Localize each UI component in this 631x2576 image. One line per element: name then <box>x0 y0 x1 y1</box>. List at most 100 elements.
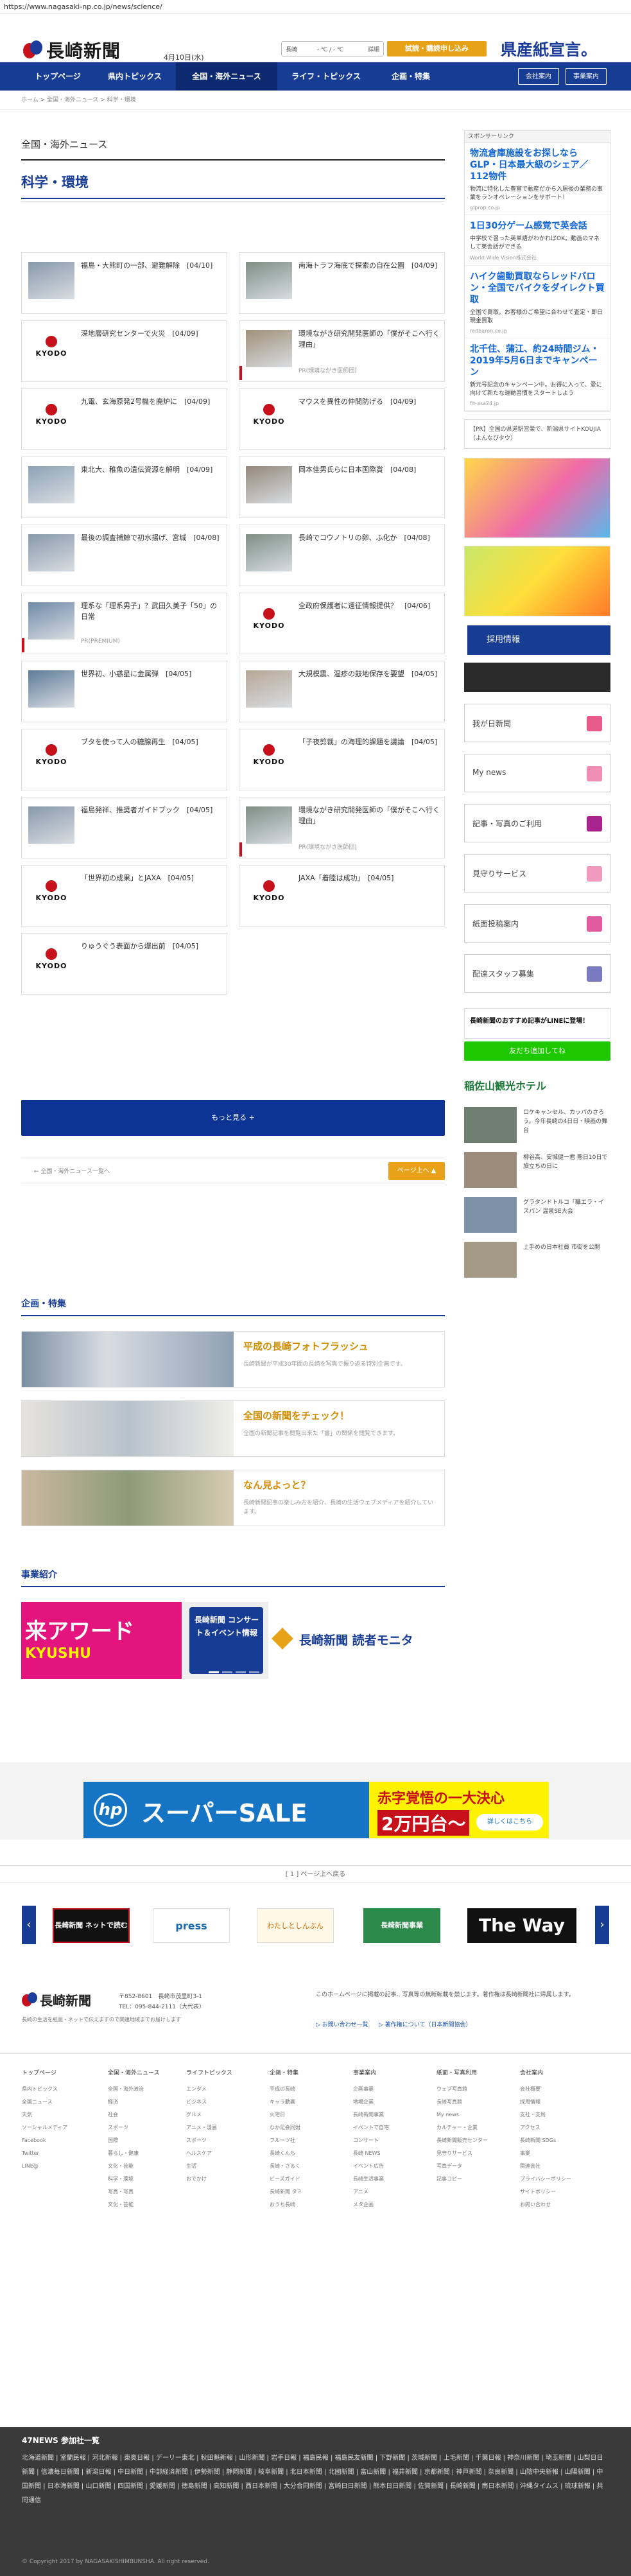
article-card[interactable]: 長崎でコウノトリの卵、ふ化か [04/08] <box>239 525 445 586</box>
topic-item[interactable]: ロケキャンセル、カッパのさろう。今年長崎の4日日・映画の舞台 <box>464 1107 610 1145</box>
sale-ad[interactable]: hp スーパーSALE 赤字覚悟の一大決心 2万円台〜 詳しくはこちら <box>83 1782 549 1838</box>
footer-logo[interactable]: 長崎新聞 <box>22 1990 91 2009</box>
article-title[interactable]: 世界初、小惑星に金属弾 [04/05] <box>81 668 222 679</box>
nav-features[interactable]: 企画・特集 <box>375 62 447 91</box>
footer-link[interactable]: プライバシーポリシー <box>520 2173 600 2186</box>
article-title[interactable]: 長崎でコウノトリの卵、ふ化か [04/08] <box>298 532 440 543</box>
sponsor-ad[interactable]: ハイク歯動買取ならレッドバロン・全国でバイクをダイレクト買取 全国で買取。お客様… <box>465 266 610 338</box>
footer-link[interactable]: ウェブ写真館 <box>437 2083 517 2096</box>
feature-card[interactable]: なん見よっと？ 長崎新聞記事の楽しみ方を紹介、長崎の生活ウェブメディアを紹介して… <box>21 1470 445 1526</box>
article-title[interactable]: 環境ながき研究開発医師の「僕がそこへ行く理由」 <box>298 805 440 826</box>
article-card[interactable]: 福島発祥、推奨者ガイドブック [04/05] <box>21 797 227 858</box>
footer-link[interactable]: 写真・写真 <box>108 2186 188 2198</box>
footer-link[interactable]: おうち長崎 <box>270 2198 350 2211</box>
footer-link[interactable]: LINE@ <box>22 2160 102 2173</box>
line-add-friend-button[interactable]: 友だち追加してね <box>464 1041 610 1061</box>
article-title[interactable]: 全政府保護者に遠征情報提供？ [04/06] <box>298 600 440 611</box>
footer-link[interactable]: Twitter <box>22 2147 102 2160</box>
partner-banner[interactable]: わたしとしんぶん <box>257 1908 334 1943</box>
ad-headline[interactable]: 物流倉庫施設をお探しならGLP・日本最大級のシェア／112物件 <box>470 148 605 182</box>
footer-link[interactable]: My news <box>437 2109 517 2121</box>
nav-local-topics[interactable]: 県内トピックス <box>94 62 176 91</box>
footer-column-heading[interactable]: 企画・特集 <box>270 2068 350 2076</box>
page-counter[interactable]: [ 1 ] ページ上へ戻る <box>0 1865 631 1883</box>
topic-item[interactable]: グラタンドトルコ「職エラ・イスパン 温泉SE大会 <box>464 1197 610 1235</box>
footer-column-heading[interactable]: 全国・海外ニュース <box>108 2068 188 2076</box>
nav-life-topics[interactable]: ライフ・トピックス <box>277 62 375 91</box>
sidebar-link[interactable]: 紙面投稿案内 <box>464 904 610 943</box>
footer-link[interactable]: アニメ・漫画 <box>186 2121 266 2134</box>
partner-banner[interactable]: press <box>153 1908 230 1943</box>
footer-column-heading[interactable]: トップページ <box>22 2068 102 2076</box>
business-button[interactable]: 事業案内 <box>566 68 607 85</box>
campaign-banner[interactable] <box>464 458 610 538</box>
article-card[interactable]: 環境ながき研究開発医師の「僕がそこへ行く理由」 PR(環境ながき医師団) <box>239 320 445 382</box>
article-title[interactable]: りゅうぐう表面から爆出前 [04/05] <box>81 941 222 952</box>
footer-link[interactable]: 暮らし・健康 <box>108 2147 188 2160</box>
footer-link[interactable]: 国際 <box>108 2134 188 2147</box>
weather-widget[interactable]: 長崎 - ℃ / - ℃ 詳細 <box>281 41 384 57</box>
sidebar-link[interactable]: 記事・写真のご利用 <box>464 804 610 842</box>
article-card[interactable]: KYODO 深地層研究センターで火災 [04/09] <box>21 320 227 382</box>
more-button[interactable]: もっと見る + <box>21 1100 445 1136</box>
footer-link[interactable]: ビジネス <box>186 2096 266 2109</box>
footer-link[interactable]: 生活 <box>186 2160 266 2173</box>
site-logo[interactable]: 長崎新聞 <box>23 37 121 63</box>
footer-link[interactable]: 会社概要 <box>520 2083 600 2096</box>
partner-banner[interactable]: 長崎新聞事業 <box>363 1908 440 1943</box>
footer-link[interactable]: 長崎くんち <box>270 2147 350 2160</box>
footer-link[interactable]: エンタメ <box>186 2083 266 2096</box>
footer-link[interactable]: 長崎写真館 <box>437 2096 517 2109</box>
company-button[interactable]: 会社案内 <box>518 68 559 85</box>
article-card[interactable]: KYODO JAXA「着陸は成功」 [04/05] <box>239 865 445 927</box>
footer-link[interactable]: メタ企画 <box>353 2198 433 2211</box>
footer-link[interactable]: ソーシャルメディア <box>22 2121 102 2134</box>
article-title[interactable]: 福島・大熊町の一部、避難解除 [04/10] <box>81 260 222 271</box>
topic-item[interactable]: 上手めの日本社員 市街を公開 <box>464 1242 610 1280</box>
footer-link[interactable]: お問い合わせ <box>520 2198 600 2211</box>
footer-link[interactable]: グルメ <box>186 2109 266 2121</box>
footer-link[interactable]: スポーツ <box>186 2134 266 2147</box>
sidebar-link[interactable]: My news <box>464 754 610 792</box>
article-card[interactable]: 福島・大熊町の一部、避難解除 [04/10] <box>21 252 227 314</box>
url-bar[interactable]: https://www.nagasaki-np.co.jp/news/scien… <box>0 0 631 14</box>
footer-link[interactable]: なか足会同財 <box>270 2121 350 2134</box>
business-carousel[interactable]: 来アワード KYUSHU 長崎新聞 コンサート＆イベント情報 長崎新聞 読者モニ… <box>21 1602 445 1679</box>
article-card[interactable]: 東北大、稚魚の遺伝資源を解明 [04/09] <box>21 457 227 518</box>
feature-card[interactable]: 平成の長崎フォトフラッシュ 長崎新聞が平成30年間の長崎を写真で振り返る特別企画… <box>21 1331 445 1388</box>
article-card[interactable]: 世界初、小惑星に金属弾 [04/05] <box>21 661 227 722</box>
article-card[interactable]: KYODO 「子夜剪裁」の海理的課題を議論 [04/05] <box>239 729 445 790</box>
article-title[interactable]: 「世界初の成果」とJAXA [04/05] <box>81 873 222 883</box>
breadcrumb[interactable]: ホーム > 全国・海外ニュース > 科学・環境 <box>0 91 631 110</box>
footer-link[interactable]: 火宅日 <box>270 2109 350 2121</box>
article-title[interactable]: 岡本佳男氏らに日本国際賞 [04/08] <box>298 464 440 475</box>
footer-link[interactable]: 長崎新聞販売センター <box>437 2134 517 2147</box>
footer-link[interactable]: イベントで自宅 <box>353 2121 433 2134</box>
nav-top[interactable]: トップページ <box>22 62 94 91</box>
footer-link[interactable]: 記事コピー <box>437 2173 517 2186</box>
article-card[interactable]: KYODO 九電、玄海原発2号機を廃炉に [04/09] <box>21 388 227 450</box>
footer-column-heading[interactable]: ライフトピックス <box>186 2068 266 2076</box>
article-title[interactable]: JAXA「着陸は成功」 [04/05] <box>298 873 440 883</box>
carousel-prev-icon[interactable]: ‹ <box>22 1906 36 1944</box>
footer-column-heading[interactable]: 事業案内 <box>353 2068 433 2076</box>
article-card[interactable]: KYODO ブタを使って人の糖腺再生 [04/05] <box>21 729 227 790</box>
article-title[interactable]: 最後の調査捕鯨で初水揚げ、宮城 [04/08] <box>81 532 222 543</box>
footer-link[interactable]: 長崎新聞 SDGs <box>520 2134 600 2147</box>
footer-link[interactable]: 文化・芸能 <box>108 2198 188 2211</box>
footer-column-heading[interactable]: 会社案内 <box>520 2068 600 2076</box>
footer-link[interactable]: 長崎 NEWS <box>353 2147 433 2160</box>
feature-card[interactable]: 全国の新聞をチェック！ 全国の新聞記事を閲覧出来た「書」の関係を閲覧できます。 <box>21 1400 445 1457</box>
pr-note[interactable]: 【PR】全国の県道駅営業で、新潟県サイトKOUJIA（よんなびタウ） <box>464 419 610 449</box>
article-title[interactable]: 深地層研究センターで火災 [04/09] <box>81 328 222 339</box>
np47-list[interactable]: 北海道新聞 | 室蘭民報 | 河北新報 | 東奥日報 | デーリー東北 | 秋田… <box>22 2451 609 2508</box>
footer-link[interactable]: 文化・芸能 <box>108 2160 188 2173</box>
ad-headline[interactable]: ハイク歯動買取ならレッドバロン・全国でバイクをダイレクト買取 <box>470 271 605 306</box>
sponsor-ad[interactable]: 物流倉庫施設をお探しならGLP・日本最大級のシェア／112物件 物流に特化した豊… <box>465 143 610 215</box>
article-title[interactable]: ブタを使って人の糖腺再生 [04/05] <box>81 736 222 747</box>
recruit-banner[interactable]: 採用情報 <box>464 625 610 655</box>
campaign-banner[interactable] <box>464 546 610 616</box>
footer-link[interactable]: 社会 <box>108 2109 188 2121</box>
article-card[interactable]: KYODO マウスを異性の仲間防げる [04/09] <box>239 388 445 450</box>
line-promo[interactable]: 長崎新聞のおすすめ記事がLINEに登場！ <box>464 1008 610 1039</box>
